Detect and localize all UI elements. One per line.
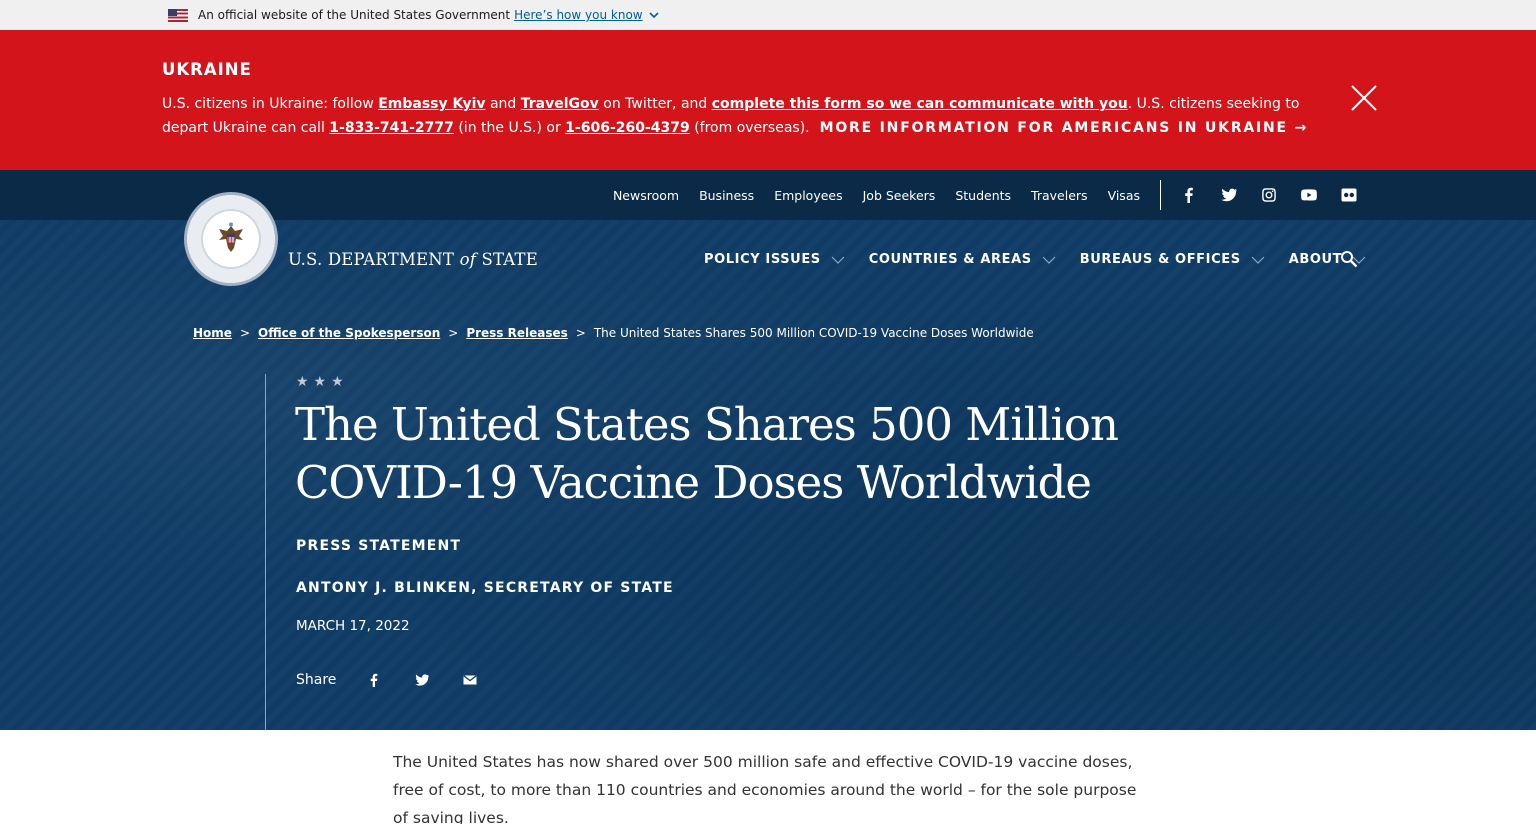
chevron-down-icon[interactable] bbox=[649, 10, 659, 20]
phone-overseas-link[interactable]: 1-606-260-4379 bbox=[565, 120, 690, 136]
official-gov-banner: An official website of the United States… bbox=[0, 0, 1536, 30]
main-nav: POLICY ISSUES COUNTRIES & AREAS BUREAUS … bbox=[704, 252, 1366, 267]
travelgov-link[interactable]: TravelGov bbox=[521, 96, 599, 112]
article-type: PRESS STATEMENT bbox=[296, 538, 462, 554]
chevron-down-icon bbox=[1042, 256, 1056, 264]
stars-decoration: ★★★ bbox=[296, 374, 349, 390]
ukraine-more-info-link[interactable]: MORE INFORMATION FOR AMERICANS IN UKRAIN… bbox=[820, 120, 1309, 136]
facebook-icon[interactable] bbox=[1180, 186, 1198, 204]
share-bar: Share bbox=[296, 672, 510, 688]
utility-link-visas[interactable]: Visas bbox=[1108, 188, 1140, 203]
breadcrumb-separator: > bbox=[575, 326, 586, 340]
youtube-icon[interactable] bbox=[1300, 186, 1318, 204]
article-author: ANTONY J. BLINKEN, SECRETARY OF STATE bbox=[296, 580, 674, 596]
twitter-icon[interactable] bbox=[414, 672, 430, 688]
eagle-icon bbox=[219, 222, 243, 252]
nav-label: ABOUT bbox=[1288, 252, 1343, 267]
embassy-kyiv-link[interactable]: Embassy Kyiv bbox=[378, 96, 485, 112]
logo-text-part: U.S. DEPARTMENT bbox=[288, 250, 460, 269]
alert-text: U.S. citizens in Ukraine: follow bbox=[162, 96, 379, 112]
email-icon[interactable] bbox=[462, 672, 478, 688]
chevron-down-icon bbox=[831, 256, 845, 264]
social-links bbox=[1180, 170, 1358, 220]
site-logo-text[interactable]: U.S. DEPARTMENT of STATE bbox=[288, 250, 538, 269]
nav-label: COUNTRIES & AREAS bbox=[868, 252, 1032, 267]
alert-text: on Twitter, and bbox=[598, 96, 712, 112]
nav-countries-areas[interactable]: COUNTRIES & AREAS bbox=[869, 252, 1056, 267]
share-label: Share bbox=[296, 672, 337, 688]
alert-text: (in the U.S.) or bbox=[453, 120, 566, 136]
breadcrumb-current: The United States Shares 500 Million COV… bbox=[593, 326, 1034, 340]
twitter-icon[interactable] bbox=[1220, 186, 1238, 204]
breadcrumb-home[interactable]: Home bbox=[193, 326, 232, 340]
utility-link-students[interactable]: Students bbox=[955, 188, 1011, 203]
ukraine-alert: UKRAINE U.S. citizens in Ukraine: follow… bbox=[0, 30, 1536, 170]
alert-text: and bbox=[485, 96, 521, 112]
nav-label: POLICY ISSUES bbox=[704, 252, 821, 267]
alert-message: U.S. citizens in Ukraine: follow Embassy… bbox=[162, 92, 1342, 140]
how-you-know-link[interactable]: Here’s how you know bbox=[514, 8, 643, 22]
breadcrumb-separator: > bbox=[239, 326, 250, 340]
nav-policy-issues[interactable]: POLICY ISSUES bbox=[704, 252, 845, 267]
logo-text-of: of bbox=[459, 250, 477, 269]
logo-text-part: STATE bbox=[476, 250, 538, 269]
communicate-form-link[interactable]: complete this form so we can communicate… bbox=[712, 96, 1128, 112]
alert-text: (from overseas). bbox=[689, 120, 810, 136]
utility-link-employees[interactable]: Employees bbox=[774, 188, 842, 203]
nav-bureaus-offices[interactable]: BUREAUS & OFFICES bbox=[1080, 252, 1265, 267]
search-icon[interactable] bbox=[1340, 250, 1358, 268]
utility-link-travelers[interactable]: Travelers bbox=[1031, 188, 1088, 203]
breadcrumb: Home > Office of the Spokesperson > Pres… bbox=[193, 326, 1034, 340]
gov-banner-text: An official website of the United States… bbox=[198, 8, 511, 22]
utility-nav: Newsroom Business Employees Job Seekers … bbox=[613, 170, 1140, 220]
page-title: The United States Shares 500 Million COV… bbox=[295, 398, 1119, 509]
phone-us-link[interactable]: 1-833-741-2777 bbox=[329, 120, 454, 136]
chevron-down-icon bbox=[1251, 256, 1265, 264]
instagram-icon[interactable] bbox=[1260, 186, 1278, 204]
us-flag-icon bbox=[168, 8, 188, 22]
article-body: The United States has now shared over 50… bbox=[393, 753, 1137, 824]
department-seal-logo[interactable] bbox=[184, 192, 278, 286]
close-icon[interactable] bbox=[1350, 84, 1378, 112]
article-date: MARCH 17, 2022 bbox=[296, 618, 410, 634]
breadcrumb-spokesperson[interactable]: Office of the Spokesperson bbox=[258, 326, 440, 340]
utility-link-newsroom[interactable]: Newsroom bbox=[613, 188, 679, 203]
breadcrumb-separator: > bbox=[448, 326, 459, 340]
alert-heading: UKRAINE bbox=[162, 60, 252, 79]
utility-divider bbox=[1160, 180, 1161, 210]
utility-link-job-seekers[interactable]: Job Seekers bbox=[863, 188, 936, 203]
breadcrumb-press-releases[interactable]: Press Releases bbox=[466, 326, 567, 340]
flickr-icon[interactable] bbox=[1340, 186, 1358, 204]
facebook-icon[interactable] bbox=[366, 672, 382, 688]
article-accent-line bbox=[265, 374, 266, 730]
nav-label: BUREAUS & OFFICES bbox=[1079, 252, 1241, 267]
utility-link-business[interactable]: Business bbox=[699, 188, 754, 203]
